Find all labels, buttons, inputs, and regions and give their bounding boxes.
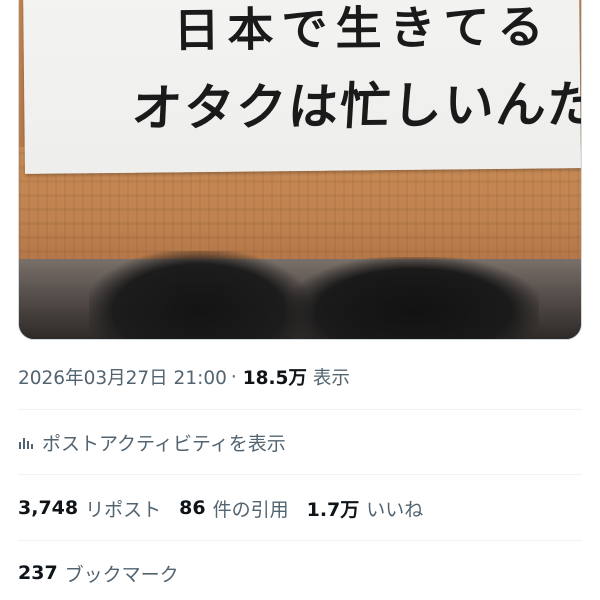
post-activity-label: ポストアクティビティを表示	[42, 432, 286, 455]
meta-separator: ·	[230, 366, 237, 388]
post-meta: 2026年03月27日 21:00 · 18.5万 表示	[18, 363, 350, 391]
sign-text-line2: オタクは忙しいんだ。	[130, 74, 582, 138]
engagement-stats: 3,748 リポスト 86 件の引用 1.7万 いいね	[18, 492, 441, 524]
reposts-count: 3,748	[18, 497, 79, 519]
bookmarks-count: 237	[18, 562, 58, 584]
views-label: 表示	[312, 368, 350, 389]
post-photo[interactable]: 日本で生きてる オタクは忙しいんだ。	[18, 0, 582, 340]
post-activity-link[interactable]: ポストアクティビティを表示	[18, 426, 286, 458]
quotes-stat[interactable]: 86 件の引用	[179, 495, 288, 522]
sign-text-line1: 日本で生きてる	[173, 0, 552, 58]
bar-chart-icon	[19, 438, 33, 449]
likes-label: いいね	[366, 498, 424, 521]
divider	[18, 409, 582, 410]
divider	[18, 474, 582, 475]
post-timestamp[interactable]: 2026年03月27日 21:00	[18, 364, 227, 390]
bookmarks-label: ブックマーク	[64, 563, 179, 586]
divider	[18, 540, 582, 541]
likes-stat[interactable]: 1.7万 いいね	[307, 495, 424, 522]
photo-shadow-right	[289, 257, 539, 339]
reposts-label: リポスト	[85, 498, 162, 521]
quotes-count: 86	[179, 497, 206, 519]
photo-shadow-left	[89, 251, 309, 339]
quotes-label: 件の引用	[212, 498, 289, 521]
photo-sign-paper: 日本で生きてる オタクは忙しいんだ。	[23, 0, 581, 174]
likes-count: 1.7万	[306, 498, 360, 521]
bookmarks-stat: 237 ブックマーク	[18, 557, 179, 589]
reposts-stat[interactable]: 3,748 リポスト	[18, 495, 161, 522]
views-count: 18.5万	[242, 368, 307, 389]
